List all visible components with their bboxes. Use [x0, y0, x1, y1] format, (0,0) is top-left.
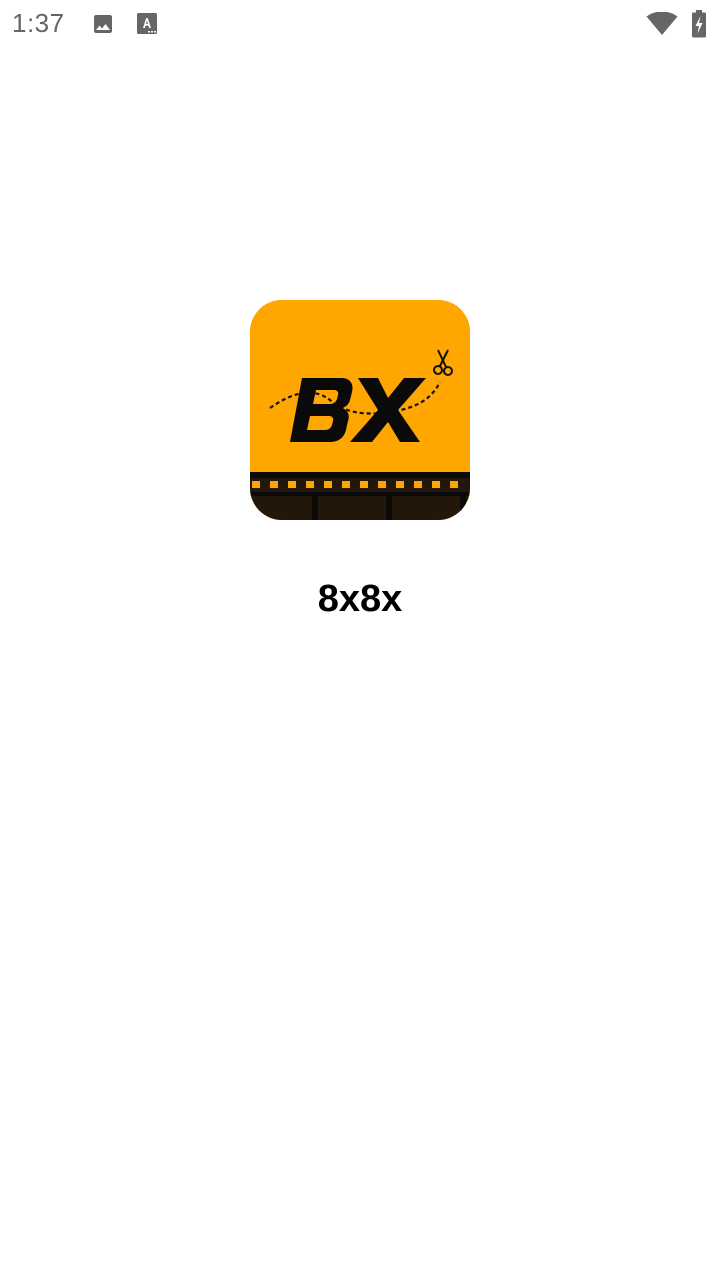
app-logo: [250, 300, 470, 520]
status-time: 1:37: [12, 8, 65, 38]
wifi-icon: [646, 12, 678, 35]
app-logo-graphic: [250, 300, 470, 520]
battery-charging-icon: [692, 10, 706, 38]
font-download-icon: [137, 13, 157, 34]
splash-screen: 1:37 8x8x: [0, 0, 720, 1280]
status-bar: 1:37: [0, 0, 720, 48]
app-name: 8x8x: [317, 578, 403, 620]
film-strip-icon: [250, 472, 470, 520]
image-icon: [94, 15, 112, 33]
